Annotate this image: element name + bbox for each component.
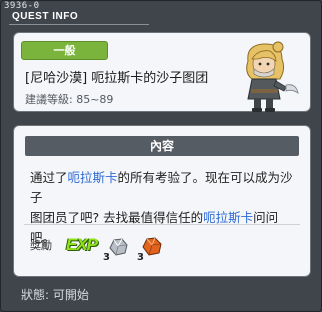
exp-reward-icon: EXP xyxy=(66,235,98,254)
npc-portrait xyxy=(246,41,299,112)
reward-divider xyxy=(24,224,300,225)
quest-info-window: 3936-0 QUEST INFO 一般 [尼哈沙漠] 呃拉斯卡的沙子图团 建議… xyxy=(0,0,322,312)
desc-text: 通过了 xyxy=(30,170,68,185)
npc-name-link: 呃拉斯卡 xyxy=(67,170,118,185)
quest-status: 狀態: 可開始 xyxy=(21,288,89,302)
title-divider xyxy=(9,24,149,25)
quest-id: 3936-0 xyxy=(4,1,40,11)
window-title: QUEST INFO xyxy=(12,11,79,22)
quest-content-card: 內容 通过了呃拉斯卡的所有考验了。现在可以成为沙子 图团员了吧? 去找最值得信任… xyxy=(13,125,311,277)
recommended-level: 建議等級: 85~89 xyxy=(25,93,114,106)
quest-summary-card: 一般 [尼哈沙漠] 呃拉斯卡的沙子图团 建議等級: 85~89 xyxy=(13,32,311,112)
item-quantity: 3 xyxy=(137,252,144,263)
quest-name: [尼哈沙漠] 呃拉斯卡的沙子图团 xyxy=(25,71,209,86)
reward-label: 獎勵 xyxy=(30,239,52,252)
desc-text: 图团员了吧? 去找最值得信任的 xyxy=(30,210,204,225)
npc-name-link: 呃拉斯卡 xyxy=(203,210,254,225)
content-header: 內容 xyxy=(25,136,299,156)
quest-category-badge: 一般 xyxy=(21,41,108,60)
item-quantity: 3 xyxy=(103,252,110,263)
